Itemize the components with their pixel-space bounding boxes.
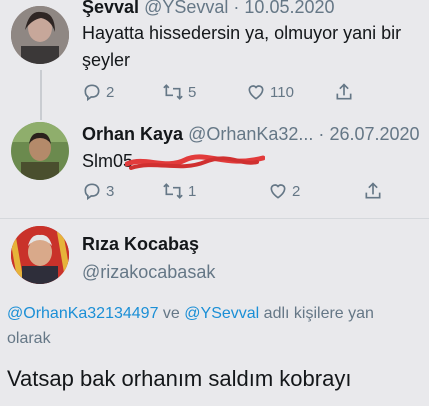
thread-line bbox=[40, 70, 42, 120]
retweet-count: 1 bbox=[188, 182, 197, 200]
tweet2-separator: · bbox=[318, 124, 325, 144]
reply-button[interactable]: 2 bbox=[82, 82, 162, 102]
tweet2-name[interactable]: Orhan Kaya bbox=[82, 124, 183, 144]
share-icon bbox=[336, 83, 352, 100]
heart-icon bbox=[270, 184, 286, 199]
share-button[interactable] bbox=[334, 82, 354, 102]
like-button[interactable]: 2 bbox=[268, 181, 363, 201]
heart-icon bbox=[248, 85, 264, 100]
reply-button[interactable]: 3 bbox=[82, 181, 162, 201]
avatar-photo bbox=[11, 122, 69, 180]
share-button[interactable] bbox=[363, 181, 383, 201]
reply-conj: ve bbox=[162, 305, 180, 322]
retweet-count: 5 bbox=[188, 83, 197, 101]
tweet1-name[interactable]: Şevval bbox=[82, 0, 139, 17]
tweet3-name-row: Rıza Kocabaş bbox=[82, 234, 199, 255]
retweet-icon bbox=[163, 183, 183, 199]
like-count: 2 bbox=[292, 182, 301, 200]
tweet2-handle[interactable]: @OrhanKa32... bbox=[188, 124, 313, 144]
redaction-scribble bbox=[125, 154, 265, 170]
reply-count: 2 bbox=[106, 83, 115, 101]
avatar-riza[interactable] bbox=[11, 226, 69, 284]
mention-orhan[interactable]: @OrhanKa32134497 bbox=[7, 305, 158, 322]
share-icon bbox=[365, 182, 381, 199]
tweet3-handle[interactable]: @rizakocabasak bbox=[82, 262, 215, 282]
avatar-sevval[interactable] bbox=[11, 6, 69, 64]
reply-count: 3 bbox=[106, 182, 115, 200]
tweet2-actions: 3 1 2 bbox=[82, 181, 383, 201]
tweet1-date[interactable]: 10.05.2020 bbox=[244, 0, 334, 17]
retweet-button[interactable]: 1 bbox=[162, 181, 268, 201]
tweet3-text: Vatsap bak orhanım saldım kobrayı bbox=[7, 366, 352, 391]
tweet1-actions: 2 5 110 bbox=[82, 82, 354, 102]
tweet3-handle-row: @rizakocabasak bbox=[82, 262, 215, 283]
reply-context: @OrhanKa32134497 ve @YSevval adlı kişile… bbox=[7, 302, 429, 326]
reply-suffix2: olarak bbox=[7, 330, 51, 347]
retweet-button[interactable]: 5 bbox=[162, 82, 246, 102]
like-count: 110 bbox=[270, 83, 294, 101]
mention-sevval[interactable]: @YSevval bbox=[184, 305, 259, 322]
like-button[interactable]: 110 bbox=[246, 82, 334, 102]
tweet2-header: Orhan Kaya @OrhanKa32... · 26.07.2020 bbox=[82, 124, 420, 145]
avatar-orhan[interactable] bbox=[11, 122, 69, 180]
tweet-divider bbox=[0, 218, 429, 219]
avatar-photo bbox=[11, 226, 69, 284]
retweet-icon bbox=[163, 84, 183, 100]
tweet1-handle[interactable]: @YSevval bbox=[144, 0, 228, 17]
tweet1-header: Şevval @YSevval · 10.05.2020 bbox=[82, 0, 335, 18]
reply-icon bbox=[84, 183, 100, 201]
reply-icon bbox=[84, 84, 100, 102]
avatar-photo bbox=[11, 6, 69, 64]
tweet2-date[interactable]: 26.07.2020 bbox=[329, 124, 419, 144]
tweet3-name[interactable]: Rıza Kocabaş bbox=[82, 234, 199, 254]
tweet1-text: Hayatta hissedersin ya, olmuyor yani bir… bbox=[82, 23, 402, 70]
tweet1-separator: · bbox=[233, 0, 240, 17]
reply-suffix: adlı kişilere yan bbox=[263, 305, 374, 322]
